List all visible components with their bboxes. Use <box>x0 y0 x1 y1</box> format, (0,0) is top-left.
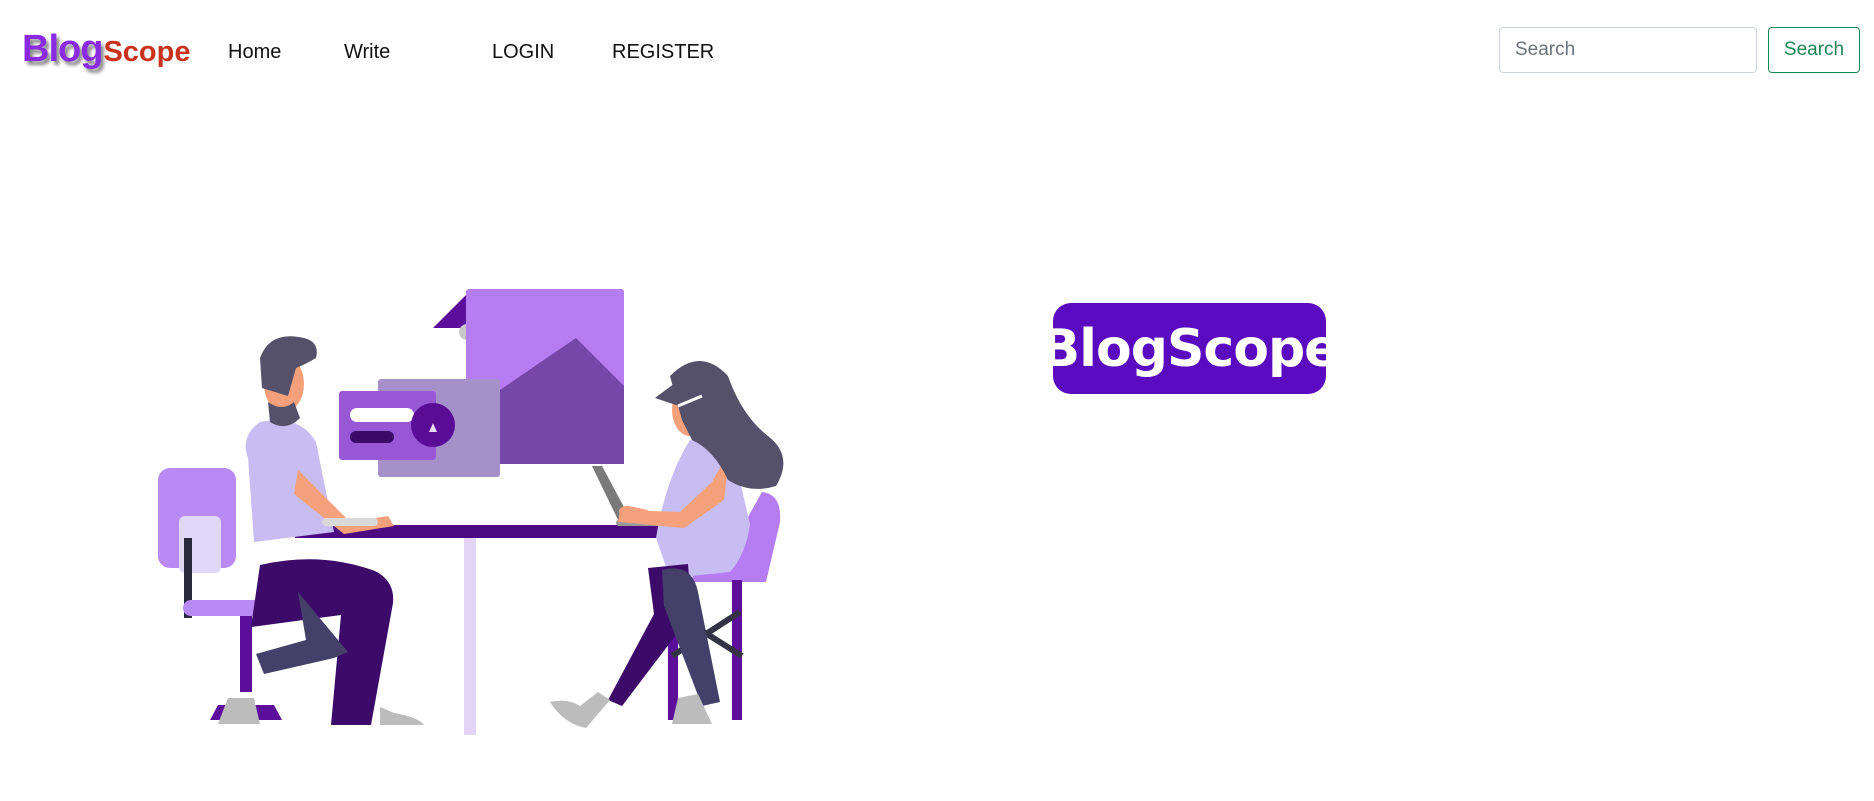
nav-home-link[interactable]: Home <box>228 40 281 64</box>
navbar: BlogScope Home Write LOGIN REGISTER Sear… <box>0 0 1874 102</box>
search-input[interactable] <box>1499 27 1757 73</box>
brand-logo-scope: Scope <box>103 36 191 68</box>
nav-login-link[interactable]: LOGIN <box>492 40 554 64</box>
hero-logo-text: BlogScope <box>1040 318 1340 379</box>
nav-register-link[interactable]: REGISTER <box>612 40 714 64</box>
search-button[interactable]: Search <box>1768 27 1860 73</box>
screen-graphics <box>339 289 624 477</box>
brand-logo[interactable]: BlogScope <box>22 30 190 68</box>
brand-logo-blog: Blog <box>22 28 103 70</box>
blogscope-logo-badge: BlogScope <box>1041 303 1339 394</box>
two-people-working-at-desk-illustration <box>158 289 784 735</box>
nav-write-link[interactable]: Write <box>344 40 390 64</box>
